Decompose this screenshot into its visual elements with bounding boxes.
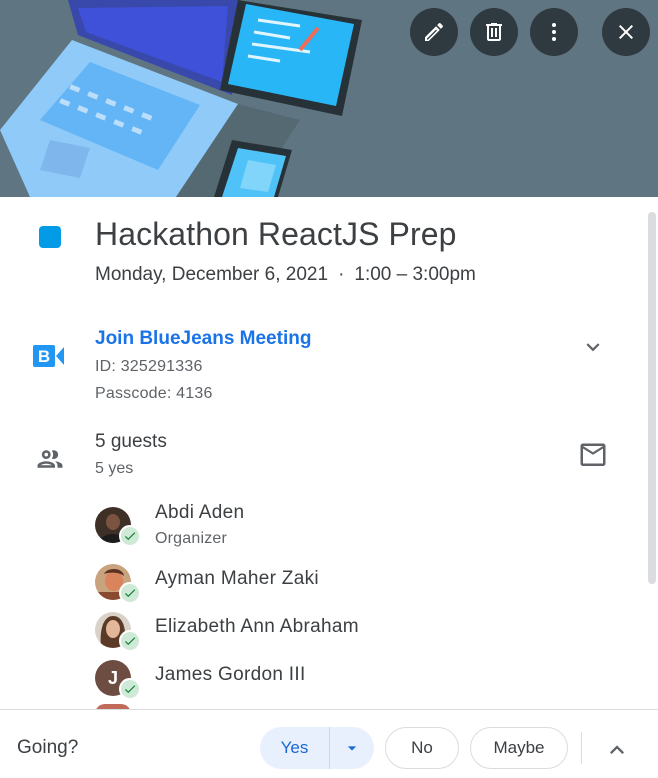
accepted-badge: [119, 582, 141, 604]
arrow-drop-down-icon: [347, 746, 357, 751]
meeting-id: ID: 325291336: [95, 358, 203, 375]
check-icon: [124, 637, 136, 646]
event-title: Hackathon ReactJS Prep: [95, 216, 457, 252]
rsvp-maybe-button[interactable]: Maybe: [470, 727, 568, 769]
join-meeting-link[interactable]: Join BlueJeans Meeting: [95, 328, 311, 350]
event-datetime: Monday, December 6, 2021 · 1:00 – 3:00pm: [95, 264, 476, 286]
accepted-badge: [119, 525, 141, 547]
event-date: Monday, December 6, 2021: [95, 264, 329, 285]
meeting-passcode: Passcode: 4136: [95, 385, 213, 402]
guest-name: Ayman Maher Zaki: [155, 568, 319, 589]
trash-icon: [486, 23, 502, 41]
guest-name: Abdi Aden: [155, 502, 245, 523]
close-icon: [619, 25, 633, 39]
rsvp-no-button[interactable]: No: [385, 727, 459, 769]
delete-button[interactable]: [470, 8, 518, 56]
accepted-badge: [119, 630, 141, 652]
guest-name: James Gordon III: [155, 664, 306, 685]
chevron-up-icon[interactable]: [603, 736, 631, 764]
bluejeans-icon: B: [33, 345, 64, 367]
rsvp-bar: Going? Yes No Maybe: [0, 709, 658, 778]
guest-count: 5 guests: [95, 431, 167, 452]
guest-role: Organizer: [155, 530, 228, 547]
check-icon: [124, 685, 136, 694]
guest-response-summary: 5 yes: [95, 460, 134, 477]
guest-row[interactable]: Abdi Aden Organizer: [95, 502, 595, 547]
guest-name: Elizabeth Ann Abraham: [155, 616, 359, 637]
edit-button[interactable]: [410, 8, 458, 56]
guest-row[interactable]: Elizabeth Ann Abraham: [95, 612, 595, 652]
close-button[interactable]: [602, 8, 650, 56]
divider: [581, 732, 582, 764]
more-options-button[interactable]: [530, 8, 578, 56]
going-label: Going?: [17, 737, 79, 758]
guest-row[interactable]: J James Gordon III: [95, 660, 595, 700]
scrollbar[interactable]: [648, 212, 656, 584]
accepted-badge: [119, 678, 141, 700]
check-icon: [124, 532, 136, 541]
yes-split-button: Yes: [260, 727, 374, 769]
check-icon: [124, 589, 136, 598]
event-time: 1:00 – 3:00pm: [354, 264, 476, 285]
people-icon: [37, 450, 63, 468]
pencil-icon: [425, 22, 444, 41]
email-guests-icon[interactable]: [578, 443, 608, 469]
more-vert-icon: [552, 23, 556, 41]
rsvp-yes-button[interactable]: Yes: [260, 727, 330, 769]
guest-row[interactable]: Ayman Maher Zaki: [95, 564, 595, 604]
datetime-separator: ·: [338, 264, 345, 285]
expand-chevron-icon[interactable]: [580, 334, 606, 360]
rsvp-yes-dropdown[interactable]: [330, 727, 374, 769]
bluejeans-logo-letter: B: [38, 347, 50, 366]
event-color-chip: [39, 226, 61, 248]
